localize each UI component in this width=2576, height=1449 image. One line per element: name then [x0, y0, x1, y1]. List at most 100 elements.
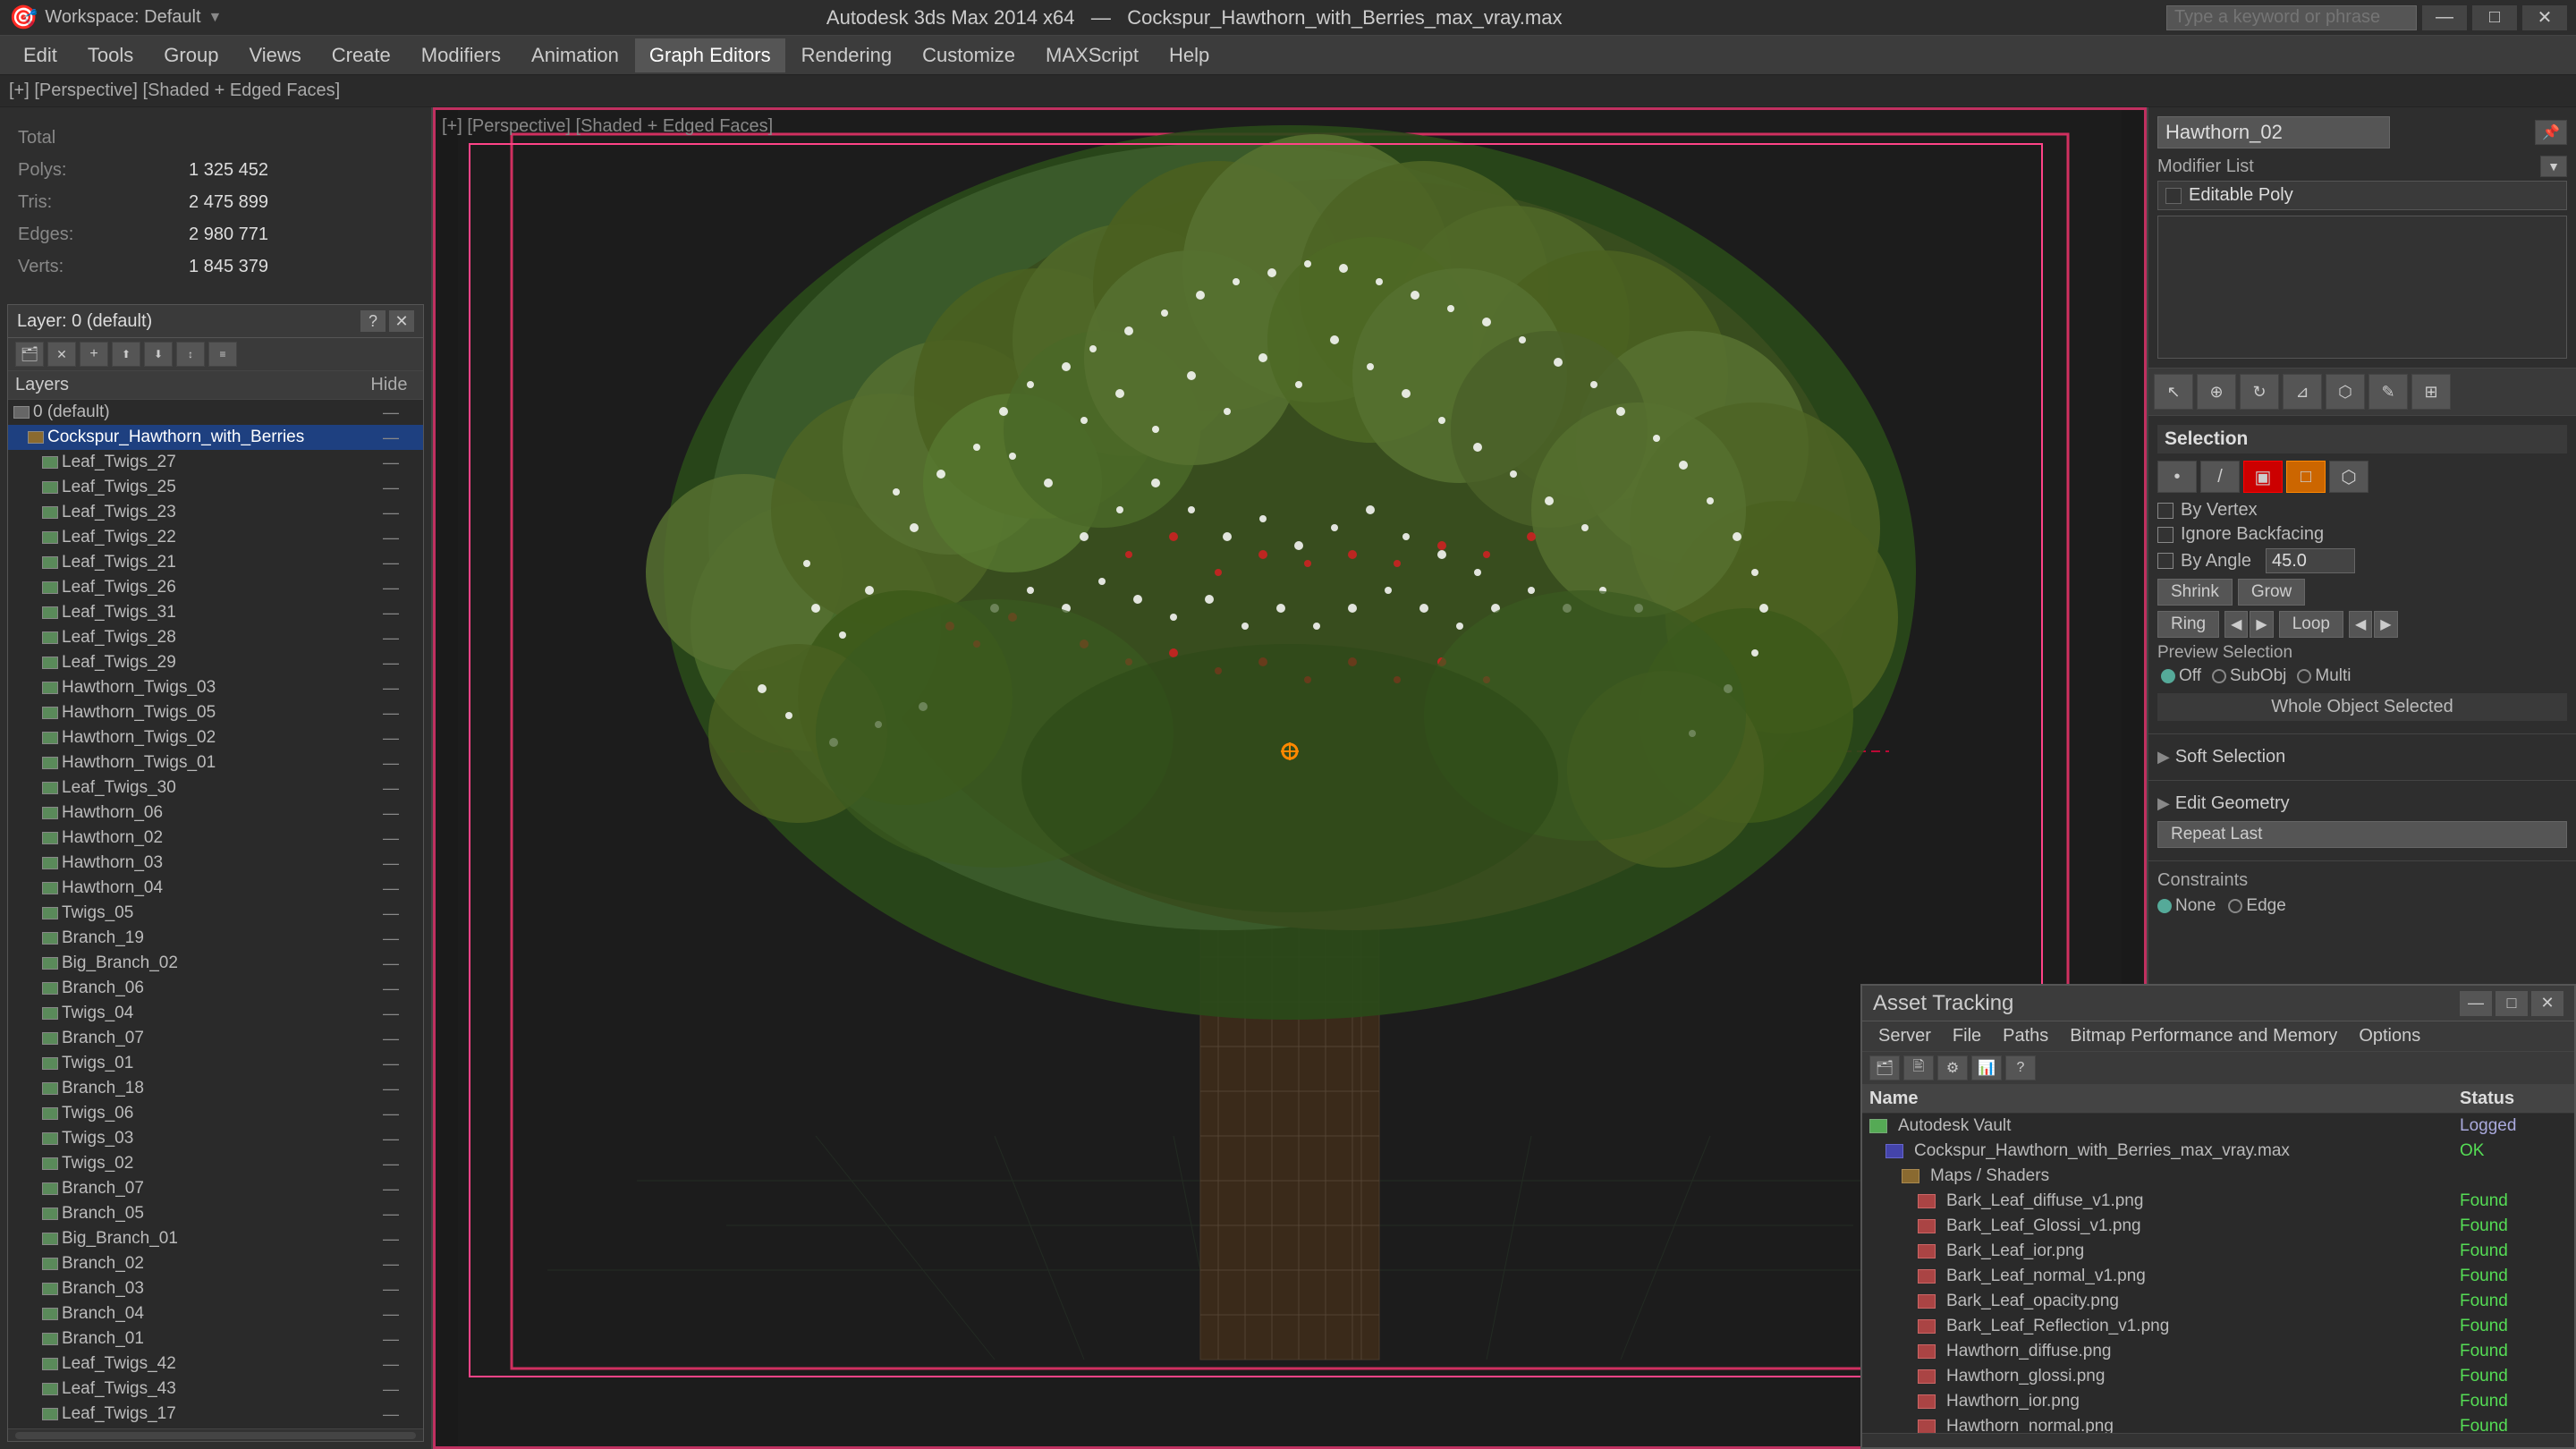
- asset-menu-server[interactable]: Server: [1868, 1022, 1942, 1050]
- layer-item[interactable]: Leaf_Twigs_29—: [8, 650, 423, 675]
- layer-item[interactable]: Hawthorn_Twigs_03—: [8, 675, 423, 700]
- layer-item[interactable]: Leaf_Twigs_25—: [8, 475, 423, 500]
- asset-maximize-button[interactable]: □: [2496, 991, 2528, 1016]
- menu-item-edit[interactable]: Edit: [9, 38, 72, 72]
- layer-item[interactable]: Branch_01—: [8, 1326, 423, 1352]
- tool-select-icon[interactable]: ↖: [2154, 374, 2193, 410]
- layer-item[interactable]: Leaf_Twigs_28—: [8, 625, 423, 650]
- asset-menu-options[interactable]: Options: [2348, 1022, 2431, 1050]
- layer-item[interactable]: Leaf_Twigs_42—: [8, 1352, 423, 1377]
- layer-scrollbar[interactable]: [8, 1428, 423, 1441]
- layer-item[interactable]: Hawthorn_06—: [8, 801, 423, 826]
- asset-scrollbar[interactable]: [1862, 1433, 2574, 1447]
- menu-item-graph-editors[interactable]: Graph Editors: [635, 38, 785, 72]
- asset-list-item[interactable]: Bark_Leaf_ior.pngFound: [1862, 1239, 2574, 1264]
- repeat-last-button[interactable]: Repeat Last: [2157, 821, 2567, 848]
- layer-item[interactable]: Twigs_01—: [8, 1051, 423, 1076]
- asset-list-item[interactable]: Hawthorn_ior.pngFound: [1862, 1389, 2574, 1414]
- menu-item-animation[interactable]: Animation: [517, 38, 633, 72]
- tool-rotate-icon[interactable]: ↻: [2240, 374, 2279, 410]
- col-hide-label[interactable]: Hide: [362, 375, 416, 395]
- menu-item-tools[interactable]: Tools: [73, 38, 148, 72]
- tool-scale-icon[interactable]: ⊿: [2283, 374, 2322, 410]
- layer-item[interactable]: Cockspur_Hawthorn_with_Berries—: [8, 425, 423, 450]
- preview-subobj-option[interactable]: SubObj: [2212, 666, 2286, 686]
- layer-item[interactable]: Leaf_Twigs_27—: [8, 450, 423, 475]
- layer-item[interactable]: Leaf_Twigs_26—: [8, 575, 423, 600]
- modifier-pin-button[interactable]: 📌: [2535, 120, 2567, 145]
- layer-item[interactable]: Leaf_Twigs_31—: [8, 600, 423, 625]
- asset-list-item[interactable]: Maps / Shaders: [1862, 1164, 2574, 1189]
- layer-item[interactable]: Leaf_Twigs_22—: [8, 525, 423, 550]
- layer-tool-x[interactable]: ✕: [47, 342, 76, 367]
- tool-icon7[interactable]: ⊞: [2411, 374, 2451, 410]
- asset-menu-paths[interactable]: Paths: [1992, 1022, 2059, 1050]
- menu-item-customize[interactable]: Customize: [908, 38, 1030, 72]
- sel-element-icon[interactable]: ⬡: [2329, 461, 2368, 493]
- layer-item[interactable]: Twigs_04—: [8, 1001, 423, 1026]
- by-vertex-checkbox[interactable]: [2157, 503, 2174, 519]
- asset-list-item[interactable]: Autodesk VaultLogged: [1862, 1114, 2574, 1139]
- layer-tool-icon4[interactable]: ↕: [176, 342, 205, 367]
- layer-close-button[interactable]: ✕: [389, 310, 414, 332]
- ignore-backfacing-checkbox[interactable]: [2157, 527, 2174, 543]
- asset-menu-file[interactable]: File: [1942, 1022, 1992, 1050]
- sel-poly-icon[interactable]: □: [2286, 461, 2326, 493]
- loop-next-button[interactable]: ▶: [2374, 611, 2397, 638]
- layer-item[interactable]: Branch_02—: [8, 1251, 423, 1276]
- tool-icon5[interactable]: ⬡: [2326, 374, 2365, 410]
- angle-value-input[interactable]: [2266, 548, 2355, 573]
- asset-list-item[interactable]: Cockspur_Hawthorn_with_Berries_max_vray.…: [1862, 1139, 2574, 1164]
- layer-tool-add[interactable]: +: [80, 342, 108, 367]
- ring-prev-button[interactable]: ◀: [2224, 611, 2248, 638]
- layer-item[interactable]: Branch_06—: [8, 976, 423, 1001]
- layer-item[interactable]: Big_Branch_02—: [8, 951, 423, 976]
- layer-item[interactable]: 0 (default)—: [8, 400, 423, 425]
- layer-item[interactable]: Branch_19—: [8, 926, 423, 951]
- asset-list-item[interactable]: Hawthorn_normal.pngFound: [1862, 1414, 2574, 1433]
- constraint-none-option[interactable]: None: [2157, 896, 2216, 916]
- layer-item[interactable]: Hawthorn_Twigs_05—: [8, 700, 423, 725]
- asset-minimize-button[interactable]: —: [2460, 991, 2492, 1016]
- asset-list-item[interactable]: Bark_Leaf_opacity.pngFound: [1862, 1289, 2574, 1314]
- asset-list-item[interactable]: Bark_Leaf_diffuse_v1.pngFound: [1862, 1189, 2574, 1214]
- layer-help-button[interactable]: ?: [360, 310, 386, 332]
- modifier-current[interactable]: Editable Poly: [2157, 181, 2567, 210]
- layer-item[interactable]: Branch_18—: [8, 1076, 423, 1101]
- layer-item[interactable]: Leaf_Twigs_21—: [8, 550, 423, 575]
- layer-tool-icon5[interactable]: ≡: [208, 342, 237, 367]
- layer-item[interactable]: Hawthorn_Twigs_02—: [8, 725, 423, 750]
- asset-list-item[interactable]: Hawthorn_diffuse.pngFound: [1862, 1339, 2574, 1364]
- layer-item[interactable]: Leaf_Twigs_23—: [8, 500, 423, 525]
- soft-selection-expand[interactable]: ▶ Soft Selection: [2157, 743, 2567, 771]
- asset-list-item[interactable]: Hawthorn_glossi.pngFound: [1862, 1364, 2574, 1389]
- asset-tool2[interactable]: 🖹: [1903, 1055, 1934, 1080]
- loop-button[interactable]: Loop: [2279, 611, 2343, 638]
- menu-item-create[interactable]: Create: [318, 38, 405, 72]
- layer-item[interactable]: Big_Branch_01—: [8, 1226, 423, 1251]
- modifier-name-input[interactable]: [2157, 116, 2390, 148]
- ring-next-button[interactable]: ▶: [2250, 611, 2273, 638]
- layer-item[interactable]: Leaf_Twigs_30—: [8, 775, 423, 801]
- preview-multi-option[interactable]: Multi: [2297, 666, 2351, 686]
- layer-item[interactable]: Twigs_02—: [8, 1151, 423, 1176]
- layer-item[interactable]: Leaf_Twigs_17—: [8, 1402, 423, 1427]
- layer-item[interactable]: Branch_07—: [8, 1176, 423, 1201]
- layer-item[interactable]: Twigs_05—: [8, 901, 423, 926]
- layer-item[interactable]: Twigs_06—: [8, 1101, 423, 1126]
- close-button[interactable]: ✕: [2522, 5, 2567, 30]
- grow-button[interactable]: Grow: [2238, 579, 2305, 606]
- menu-item-maxscript[interactable]: MAXScript: [1031, 38, 1153, 72]
- layer-item[interactable]: Hawthorn_Twigs_01—: [8, 750, 423, 775]
- search-input[interactable]: [2166, 5, 2417, 30]
- menu-item-rendering[interactable]: Rendering: [787, 38, 907, 72]
- asset-close-button[interactable]: ✕: [2531, 991, 2563, 1016]
- layer-item[interactable]: Twigs_03—: [8, 1126, 423, 1151]
- edit-geometry-expand[interactable]: ▶ Edit Geometry: [2157, 790, 2567, 818]
- layer-item[interactable]: Branch_07—: [8, 1026, 423, 1051]
- layer-tool-icon1[interactable]: 🗂: [15, 342, 44, 367]
- modifier-list-dropdown[interactable]: ▼: [2540, 156, 2567, 177]
- layer-tool-icon2[interactable]: ⬆: [112, 342, 140, 367]
- minimize-button[interactable]: —: [2422, 5, 2467, 30]
- asset-menu-bitmap-performance-and-memory[interactable]: Bitmap Performance and Memory: [2059, 1022, 2348, 1050]
